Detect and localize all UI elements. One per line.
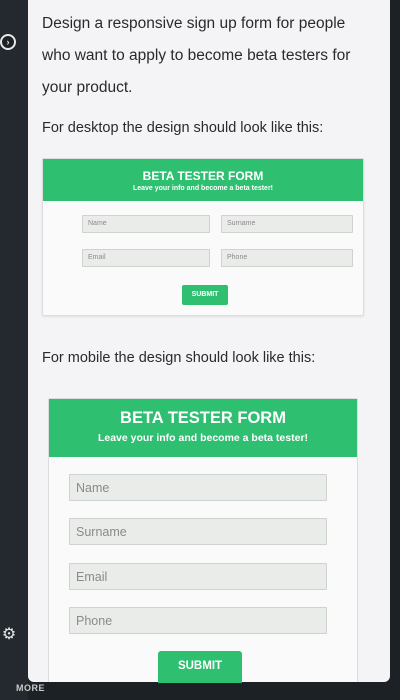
mobile-email-field: Email — [69, 563, 327, 590]
desktop-phone-field: Phone — [221, 249, 353, 267]
desktop-heading: For desktop the design should look like … — [42, 120, 324, 136]
question-intro: Design a responsive sign up form for peo… — [42, 15, 351, 96]
more-label[interactable]: MORE — [16, 683, 45, 693]
mobile-form-subtitle: Leave your info and become a beta tester… — [97, 432, 309, 444]
question-card: Design a responsive sign up form for peo… — [28, 0, 390, 683]
mobile-name-field: Name — [69, 474, 327, 501]
circle-icon[interactable]: › — [0, 34, 16, 50]
desktop-form-header: BETA TESTER FORM Leave your info and bec… — [43, 159, 363, 201]
desktop-surname-field: Surname — [221, 215, 353, 233]
desktop-form-preview: BETA TESTER FORM Leave your info and bec… — [42, 158, 364, 316]
mobile-surname-field: Surname — [69, 518, 327, 545]
gear-icon[interactable]: ⚙ — [0, 626, 18, 644]
mobile-heading: For mobile the design should look like t… — [42, 350, 316, 366]
left-sidebar: › ⚙ — [0, 0, 28, 700]
desktop-form-title: BETA TESTER FORM — [142, 169, 264, 183]
desktop-submit-button: SUBMIT — [182, 285, 228, 305]
mobile-form-header: BETA TESTER FORM Leave your info and bec… — [49, 399, 357, 457]
mobile-phone-field: Phone — [69, 607, 327, 634]
mobile-form-title: BETA TESTER FORM — [120, 409, 286, 427]
mobile-submit-button: SUBMIT — [158, 651, 242, 683]
mobile-form-preview: BETA TESTER FORM Leave your info and bec… — [48, 398, 358, 683]
desktop-email-field: Email — [82, 249, 210, 267]
desktop-form-subtitle: Leave your info and become a beta tester… — [132, 185, 274, 192]
desktop-name-field: Name — [82, 215, 210, 233]
